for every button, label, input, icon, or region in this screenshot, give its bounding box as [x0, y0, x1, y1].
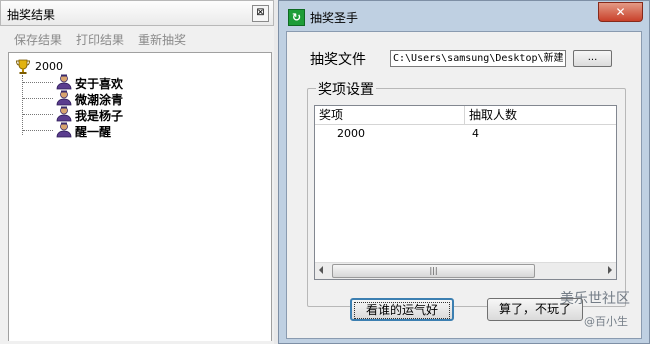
draw-button-label: 看谁的运气好: [354, 302, 450, 319]
table-row[interactable]: 2000 4: [315, 126, 616, 142]
results-panel-titlebar: 抽奖结果 ⊠: [0, 0, 274, 26]
scrollbar-thumb[interactable]: |||: [332, 264, 535, 278]
close-icon[interactable]: ⊠: [252, 5, 269, 22]
file-label: 抽奖文件: [310, 52, 366, 68]
prize-list-header: 奖项 抽取人数: [315, 106, 616, 125]
user-icon: [56, 74, 72, 90]
tree-child-node[interactable]: 我是杨子: [23, 106, 223, 123]
draw-button[interactable]: 看谁的运气好: [350, 298, 454, 321]
column-header-prize[interactable]: 奖项: [315, 106, 465, 124]
window-title: 抽奖圣手: [310, 11, 359, 25]
results-panel-title: 抽奖结果: [7, 8, 56, 22]
user-icon: [56, 106, 72, 122]
menu-redraw[interactable]: 重新抽奖: [138, 31, 186, 48]
prize-settings-group: 奖项设置 奖项 抽取人数 2000 4 |||: [307, 79, 626, 307]
menu-save-results[interactable]: 保存结果: [14, 31, 62, 48]
scroll-right-icon[interactable]: [608, 266, 612, 274]
count-cell: 4: [472, 127, 479, 140]
results-panel: 抽奖结果 ⊠ 保存结果 打印结果 重新抽奖 2000 安于喜欢 微潮涂青 我是杨…: [0, 0, 274, 344]
tree-child-node[interactable]: 安于喜欢: [23, 74, 223, 91]
menu-print-results[interactable]: 打印结果: [76, 31, 124, 48]
file-path-field[interactable]: C:\Users\samsung\Desktop\新建: [390, 50, 566, 67]
user-icon: [56, 90, 72, 106]
tree-root-label: 2000: [35, 60, 63, 73]
tree-child-node[interactable]: 醒一醒: [23, 122, 223, 139]
watermark: 美乐世社区 @百小生: [558, 288, 648, 332]
results-menu: 保存结果 打印结果 重新抽奖: [0, 29, 274, 47]
scroll-left-icon[interactable]: [319, 266, 323, 274]
browse-button[interactable]: ...: [573, 50, 612, 67]
window-titlebar[interactable]: ↻ 抽奖圣手 ✕: [279, 1, 649, 31]
trophy-icon: [16, 59, 30, 74]
prize-settings-legend: 奖项设置: [316, 79, 376, 99]
results-tree: 2000 安于喜欢 微潮涂青 我是杨子 醒一醒: [8, 52, 272, 341]
prize-list[interactable]: 奖项 抽取人数 2000 4 |||: [314, 105, 617, 280]
watermark-line1: 美乐世社区: [560, 291, 630, 307]
prize-cell: 2000: [337, 127, 365, 140]
window-close-button[interactable]: ✕: [598, 2, 643, 22]
user-icon: [56, 122, 72, 138]
tree-child-label: 醒一醒: [75, 125, 112, 139]
column-header-count[interactable]: 抽取人数: [465, 106, 616, 124]
app-icon: ↻: [288, 9, 305, 26]
tree-child-node[interactable]: 微潮涂青: [23, 90, 223, 107]
horizontal-scrollbar[interactable]: |||: [315, 262, 616, 279]
watermark-line2: @百小生: [584, 315, 628, 328]
